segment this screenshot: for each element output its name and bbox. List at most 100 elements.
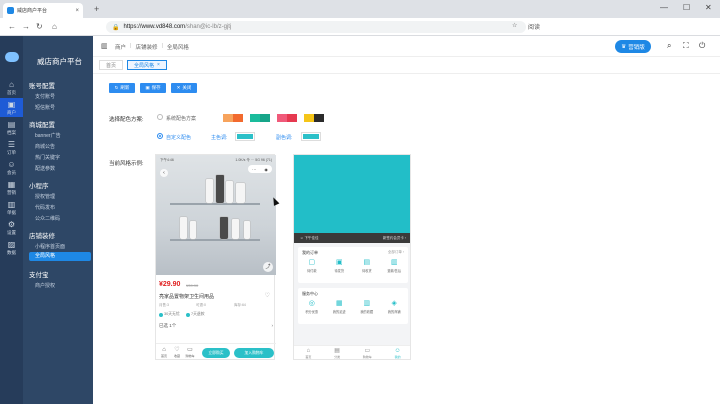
star-icon[interactable]: ☆: [512, 22, 517, 29]
power-icon[interactable]: ⏻: [699, 41, 705, 51]
service-entry[interactable]: ▥ 我的收藏: [356, 300, 378, 314]
service-entry[interactable]: ◎ 积分优惠: [301, 300, 323, 314]
search-icon[interactable]: ⌕: [667, 41, 671, 51]
address-bar: ← → ↻ ⌂ 🔒 https://www.vd848.com/shan@ic-…: [0, 18, 720, 36]
refresh-button[interactable]: ↻ 刷新: [109, 83, 135, 93]
sidebar-rail-data[interactable]: ▨ 数据: [0, 238, 23, 257]
close-tab-icon[interactable]: ×: [75, 8, 79, 14]
service-entry[interactable]: ▦ 我的足迹: [328, 300, 350, 314]
more-icon[interactable]: ⋯: [252, 167, 256, 172]
tab-close-icon[interactable]: ×: [157, 62, 160, 68]
product-image: 下午4:46 1.0K/s 令 ⋯ 5G 96 (71) ⋯ ◉ ‹ ⤴: [156, 155, 276, 275]
crumb-item[interactable]: 全局风格: [167, 43, 189, 51]
share-icon[interactable]: ⤴: [263, 262, 273, 272]
sidebar-group-title[interactable]: 账号配置: [29, 80, 55, 90]
sidebar-item[interactable]: 商户授权: [35, 282, 55, 289]
window-close-icon[interactable]: ✕: [705, 3, 712, 12]
color-swatch[interactable]: [304, 114, 314, 122]
new-tab-icon[interactable]: +: [94, 4, 99, 14]
preview-tab[interactable]: ▭ 购物车: [363, 348, 372, 359]
sidebar-item[interactable]: 全局风格: [29, 252, 91, 261]
order-entry[interactable]: ▣ 待发货: [328, 259, 350, 273]
tab-home[interactable]: 首页: [99, 60, 124, 70]
reload-icon[interactable]: ↻: [36, 22, 43, 31]
order-entry[interactable]: ▢ 待付款: [301, 259, 323, 273]
spec-selector[interactable]: 已选 1个 ›: [159, 323, 273, 329]
member-strip[interactable]: ☺ 下午佳佳 新签约会员卡 ›: [294, 233, 410, 243]
color-swatch[interactable]: [260, 114, 270, 122]
entry-label: 我的足迹: [332, 310, 346, 314]
color-swatch[interactable]: [277, 114, 287, 122]
back-icon[interactable]: ←: [8, 22, 16, 31]
crumb-item[interactable]: 店铺装修: [135, 43, 157, 51]
order-entry[interactable]: ▤ 待收货: [356, 259, 378, 273]
favorite-icon[interactable]: ♡: [265, 292, 270, 299]
sidebar-group-title[interactable]: 支付宝: [29, 269, 49, 279]
main-color-picker[interactable]: [235, 132, 255, 141]
tab-label: 分类: [334, 355, 341, 359]
sidebar-group-title[interactable]: 商城配置: [29, 119, 55, 129]
all-orders-link[interactable]: 全部订单 ›: [388, 250, 404, 255]
sidebar-group-title[interactable]: 店铺装修: [29, 230, 55, 240]
preview-tabbar: ⌂ 首页 ▤ 分类 ▭ 购物车 ☺ 我的: [294, 345, 410, 359]
sidebar-rail-order[interactable]: ☰ 订单: [0, 138, 23, 157]
maximize-icon[interactable]: ☐: [683, 3, 690, 12]
sidebar-rail-marketing[interactable]: ▦ 营销: [0, 178, 23, 197]
preview-tab[interactable]: ⌂ 首页: [305, 348, 311, 359]
sidebar-item[interactable]: 热门关键字: [35, 154, 60, 161]
miniapp-capsule[interactable]: ⋯ ◉: [248, 165, 272, 173]
url-input[interactable]: 🔒 https://www.vd848.com/shan@ic-lb/z-gjt…: [106, 21, 526, 33]
favorite-tab[interactable]: ♡ 收藏: [171, 347, 183, 358]
sidebar-item[interactable]: banner广告: [35, 132, 61, 139]
tab-global-style[interactable]: 全局风格 ×: [127, 60, 167, 70]
sidebar-item[interactable]: 短信账号: [35, 104, 55, 111]
color-swatch[interactable]: [287, 114, 297, 122]
sidebar-rail-receipt[interactable]: ▥ 单据: [0, 198, 23, 217]
home-icon[interactable]: ⌂: [52, 22, 57, 31]
custom-scheme-radio[interactable]: [157, 133, 163, 139]
sub-color-picker[interactable]: [301, 132, 321, 141]
forward-icon[interactable]: →: [22, 22, 30, 31]
home-tab[interactable]: ⌂ 首页: [158, 347, 170, 358]
order-entry[interactable]: ▥ 退款/售后: [383, 259, 405, 273]
browser-tab[interactable]: 威店商户平台 ×: [3, 3, 83, 18]
preview-tab[interactable]: ☺ 我的: [395, 348, 401, 359]
tab-label: 我的: [394, 355, 401, 359]
sidebar-rail-settings[interactable]: ⚙ 设置: [0, 218, 23, 237]
preview-tab[interactable]: ▤ 分类: [334, 348, 340, 359]
color-swatch[interactable]: [314, 114, 324, 122]
buy-now-button[interactable]: 立即购买: [202, 348, 230, 358]
sidebar-rail-merchant[interactable]: ▣ 商户: [0, 98, 23, 117]
color-swatch[interactable]: [233, 114, 243, 122]
color-swatch[interactable]: [223, 114, 233, 122]
sidebar-item[interactable]: 小程序首页面: [35, 243, 65, 250]
sidebar-rail: ⌂ 首页 ▣ 商户 ▤ 档案 ☰ 订单 ☺ 会员 ▦ 营销 ▥ 单据 ⚙ 设置 ▨ 数据: [0, 36, 23, 404]
sidebar-rail-member[interactable]: ☺ 会员: [0, 158, 23, 177]
sidebar-group-title[interactable]: 小程序: [29, 180, 49, 190]
capsule-close-icon[interactable]: ◉: [264, 167, 268, 172]
sidebar-item[interactable]: 支付账号: [35, 93, 55, 100]
sidebar-item[interactable]: 授权管理: [35, 193, 55, 200]
cart-tab[interactable]: ▭ 购物车: [184, 347, 196, 358]
crumb-item[interactable]: 商户: [115, 43, 126, 51]
add-to-cart-button[interactable]: 加入购物车: [234, 348, 274, 358]
vip-badge-button[interactable]: ♛ 营销版: [615, 40, 651, 53]
sidebar-item[interactable]: 商城公告: [35, 143, 55, 150]
sidebar-rail-archive[interactable]: ▤ 档案: [0, 118, 23, 137]
color-swatch[interactable]: [250, 114, 260, 122]
minimize-icon[interactable]: —: [660, 3, 668, 12]
back-icon[interactable]: ‹: [160, 169, 168, 177]
save-button[interactable]: ▣ 保存: [140, 83, 166, 93]
close-button[interactable]: ✕ 关闭: [171, 83, 197, 93]
reading-mode-button[interactable]: 阅读: [528, 22, 540, 31]
product-price: ¥29.90: [159, 281, 181, 288]
sidebar-item[interactable]: 公众二维码: [35, 215, 60, 222]
sidebar-item[interactable]: 配送参数: [35, 165, 55, 172]
system-scheme-radio[interactable]: [157, 114, 163, 120]
menu-toggle-icon[interactable]: ▥: [101, 42, 108, 50]
main-content: ↻ 刷新 ▣ 保存 ✕ 关闭 选择配色方案: 系统配色方案 自定义配色 主色调: 副色…: [93, 74, 720, 404]
sidebar-item[interactable]: 代码发布: [35, 204, 55, 211]
service-entry[interactable]: ◈ 我的商铺: [383, 300, 405, 314]
fullscreen-icon[interactable]: ⛶: [683, 41, 689, 51]
sidebar-rail-home[interactable]: ⌂ 首页: [0, 78, 23, 97]
